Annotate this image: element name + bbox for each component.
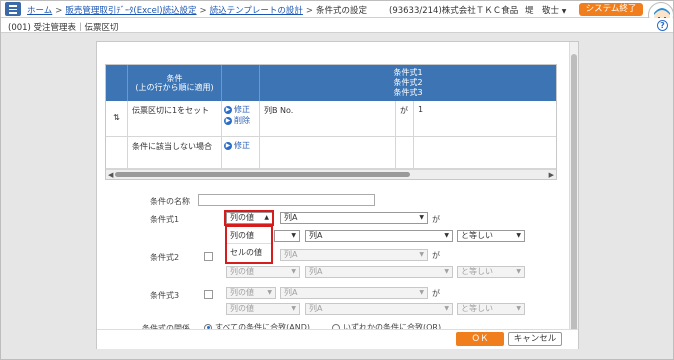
dropdown-option[interactable]: 列の値	[227, 227, 271, 244]
scroll-right-icon: ▶	[548, 171, 554, 179]
condition-name-input[interactable]	[198, 194, 375, 206]
cond2-checkbox[interactable]	[204, 252, 213, 261]
condition-table: 条件 (上の行から順に適用) 条件式1 条件式2 条件式3 ⇅ 伝票区切に1をセ…	[105, 64, 557, 180]
screen-title: (001) 受注管理表｜伝票区切	[8, 23, 119, 33]
expr-value	[414, 137, 556, 169]
cond3-sub-select[interactable]: 列の値 ▼	[226, 303, 300, 315]
cond1-sub-select[interactable]: ▼	[274, 230, 300, 242]
cond2-operator-select[interactable]: と等しい ▼	[457, 266, 525, 278]
ga-label: が	[432, 289, 440, 298]
condition-name: 伝票区切に1をセット	[128, 101, 222, 137]
table-header-actions	[222, 65, 260, 101]
user-menu[interactable]: 堤 敬士 ▼	[525, 4, 566, 16]
cond1-operator-select[interactable]: と等しい ▼	[457, 230, 525, 242]
help-icon[interactable]: ?	[657, 20, 668, 31]
chevron-down-icon: ▼	[291, 268, 296, 275]
table-header-expressions: 条件式1 条件式2 条件式3	[260, 65, 556, 101]
table-header-condition: 条件 (上の行から順に適用)	[128, 65, 222, 101]
horizontal-scrollbar[interactable]: ◀ ▶	[106, 169, 556, 179]
chevron-down-icon: ▼	[419, 214, 424, 221]
expr-value: 1	[414, 101, 556, 137]
sort-cell	[106, 137, 128, 169]
chevron-down-icon: ▼	[516, 232, 521, 239]
chevron-down-icon: ▼	[291, 232, 296, 239]
breadcrumb-current: 条件式の設定	[316, 6, 368, 16]
edit-link[interactable]: ▶ 修正	[222, 137, 260, 169]
company-name: (93633/214)株式会社ＴＫＣ食品	[389, 6, 519, 16]
vertical-scrollbar[interactable]	[569, 42, 578, 348]
menu-icon[interactable]	[5, 2, 21, 16]
ga-label: が	[432, 251, 440, 260]
cond2-type-select[interactable]: 列の値 ▼	[226, 266, 300, 278]
chevron-down-icon: ▼	[267, 289, 272, 296]
cond2-value-select[interactable]: 列A ▼	[305, 266, 453, 278]
scroll-left-icon: ◀	[108, 171, 114, 179]
cond3-type-select[interactable]: 列の値 ▼	[226, 287, 276, 299]
chevron-down-icon: ▼	[444, 268, 449, 275]
cond1-column-select[interactable]: 列A ▼	[280, 212, 428, 224]
expr-operator: が	[396, 101, 414, 137]
row-actions: ▶ 修正 ▶ 削除	[222, 101, 260, 137]
cond3-label: 条件式3	[150, 291, 180, 300]
cancel-button[interactable]: キャンセル	[508, 332, 562, 346]
drag-sort-icon[interactable]: ⇅	[106, 101, 128, 137]
highlight-box	[224, 210, 274, 226]
cond1-label: 条件式1	[150, 215, 180, 224]
name-label: 条件の名称	[150, 197, 190, 206]
chevron-down-icon: ▼	[419, 251, 424, 258]
chevron-down-icon: ▼	[444, 232, 449, 239]
sub-bar: (001) 受注管理表｜伝票区切 ?	[1, 18, 673, 33]
chevron-down-icon: ▼	[419, 289, 424, 296]
breadcrumb-template-design[interactable]: 読込テンプレートの設計	[210, 6, 303, 16]
cond1-value-select[interactable]: 列A ▼	[305, 230, 453, 242]
table-header-sort	[106, 65, 128, 101]
play-icon: ▶	[224, 141, 232, 150]
cond2-label: 条件式2	[150, 253, 180, 262]
cond3-operator-select[interactable]: と等しい ▼	[457, 303, 525, 315]
end-system-button[interactable]: システム終了	[579, 3, 643, 16]
ga-label: が	[432, 215, 440, 224]
chevron-down-icon: ▼	[444, 305, 449, 312]
dialog-footer	[97, 329, 578, 349]
chevron-down-icon: ▼	[516, 268, 521, 275]
chevron-down-icon: ▼	[561, 8, 567, 15]
expr-operator	[396, 137, 414, 169]
cond3-value-select[interactable]: 列A ▼	[305, 303, 453, 315]
dropdown-option[interactable]: セルの値	[227, 244, 271, 261]
delete-link[interactable]: ▶ 削除	[224, 115, 257, 126]
condition-name: 条件に該当しない場合	[128, 137, 222, 169]
ok-button[interactable]: ＯＫ	[456, 332, 504, 346]
play-icon: ▶	[224, 116, 232, 125]
expr-column	[260, 137, 396, 169]
chevron-down-icon: ▼	[516, 305, 521, 312]
breadcrumb-import-settings[interactable]: 販売管理取引ﾃﾞｰﾀ(Excel)読込設定	[65, 6, 196, 16]
play-icon: ▶	[224, 105, 232, 114]
breadcrumb-home[interactable]: ホーム	[27, 6, 52, 16]
cond2-column-select[interactable]: 列A ▼	[280, 249, 428, 261]
chevron-down-icon: ▼	[291, 305, 296, 312]
cond3-checkbox[interactable]	[204, 290, 213, 299]
edit-link[interactable]: ▶ 修正	[224, 104, 257, 115]
type-dropdown-list: 列の値 セルの値	[225, 225, 273, 264]
cond3-column-select[interactable]: 列A ▼	[280, 287, 428, 299]
expr-column: 列B No.	[260, 101, 396, 137]
top-bar: ホーム > 販売管理取引ﾃﾞｰﾀ(Excel)読込設定 > 読込テンプレートの設計 > 条件…	[1, 1, 673, 18]
breadcrumb: ホーム > 販売管理取引ﾃﾞｰﾀ(Excel)読込設定 > 読込テンプレートの設計 > 条件…	[27, 6, 368, 16]
